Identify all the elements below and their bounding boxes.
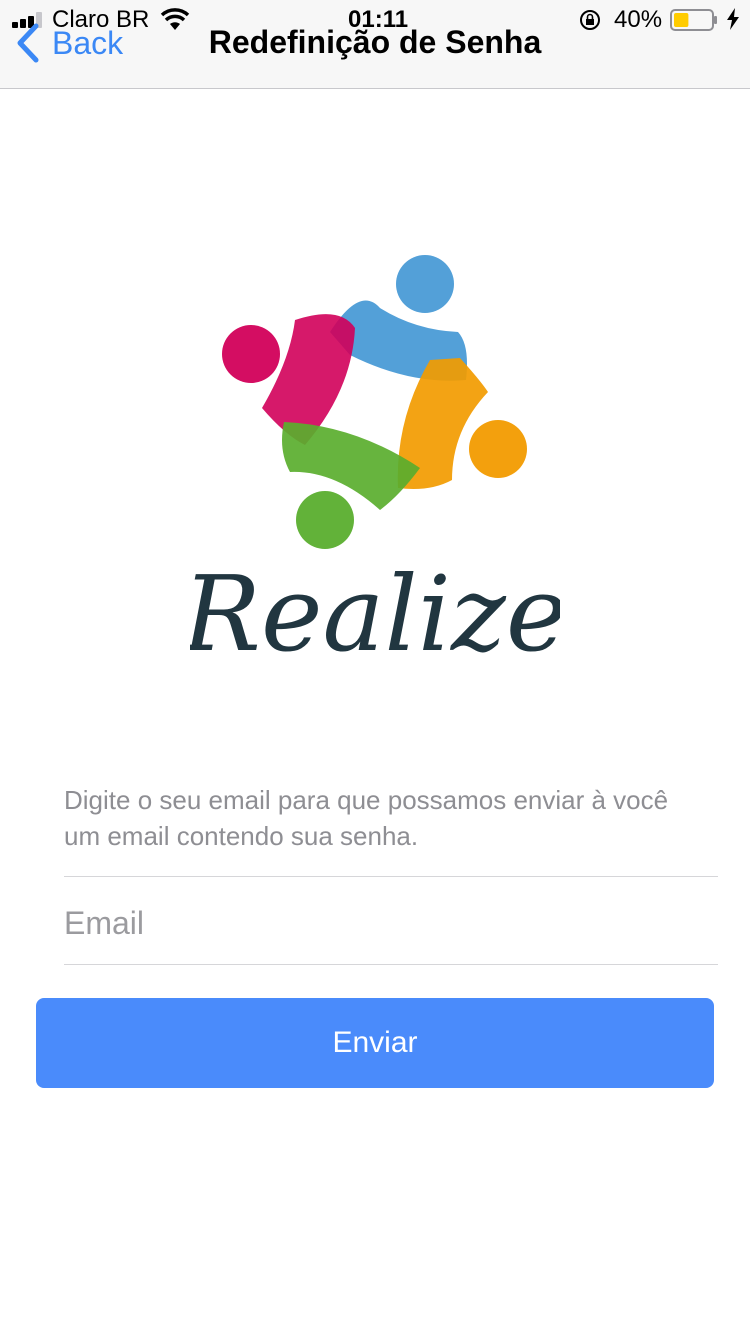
realize-logo: Realize	[190, 255, 560, 670]
send-button[interactable]: Enviar	[36, 998, 714, 1088]
divider-top	[64, 876, 718, 877]
email-field[interactable]	[64, 888, 704, 958]
page-title: Redefinição de Senha	[208, 24, 542, 60]
navigation-bar: Claro BR 01:11 40% Back Redefinição de S…	[0, 0, 750, 89]
instructions-text: Digite o seu email para que possamos env…	[64, 785, 669, 851]
divider-bottom	[64, 964, 718, 965]
logo-wordmark: Realize	[190, 553, 560, 670]
